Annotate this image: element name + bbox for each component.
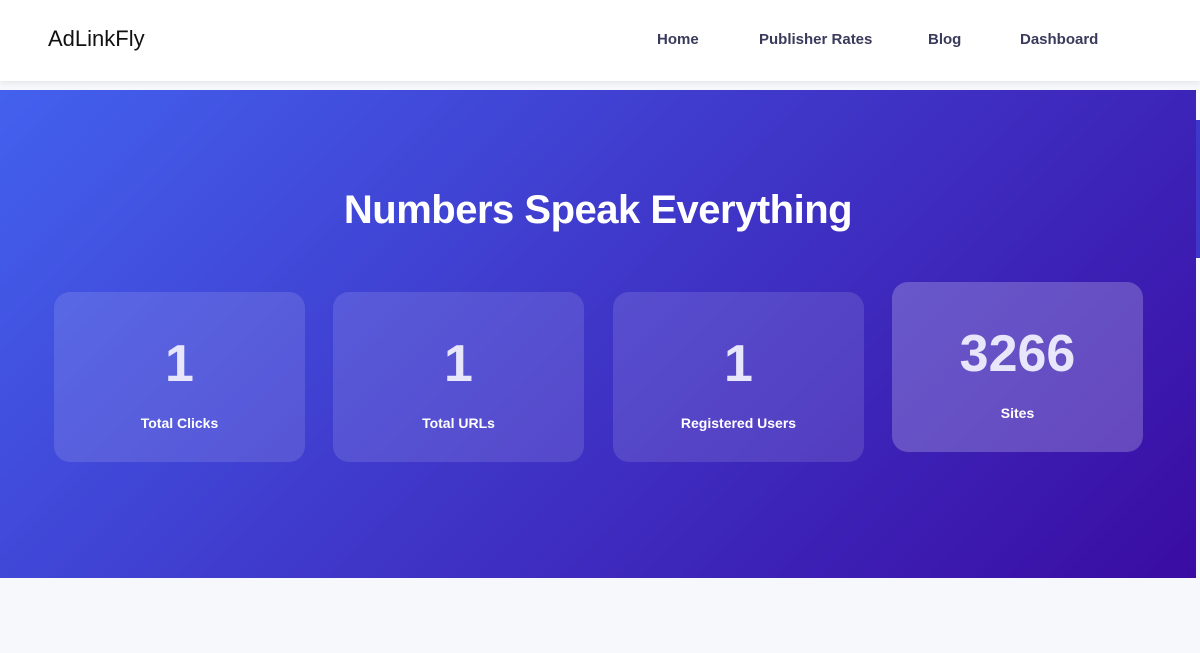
stat-card-total-clicks: 1 Total Clicks (54, 292, 305, 462)
brand-logo[interactable]: AdLinkFly (48, 26, 145, 52)
stat-value: 3266 (959, 325, 1076, 383)
stat-label: Sites (1000, 405, 1035, 421)
stat-label: Total URLs (422, 415, 495, 431)
nav-link-publisher-rates[interactable]: Publisher Rates (759, 31, 872, 48)
stat-value: 1 (724, 335, 753, 393)
stat-label: Total Clicks (140, 415, 219, 431)
nav-link-dashboard[interactable]: Dashboard (1020, 31, 1098, 48)
hero-title: Numbers Speak Everything (343, 188, 853, 232)
nav-link-home[interactable]: Home (657, 31, 699, 48)
top-navbar: AdLinkFly Home Publisher Rates Blog Dash… (0, 0, 1200, 81)
stat-label: Registered Users (680, 415, 797, 431)
stat-value: 1 (444, 335, 473, 393)
stats-hero-section: Numbers Speak Everything 1 Total Clicks … (0, 90, 1196, 578)
stat-card-registered-users: 1 Registered Users (613, 292, 864, 462)
page-edge-strip (1196, 120, 1200, 258)
stat-card-total-urls: 1 Total URLs (333, 292, 584, 462)
stat-value: 1 (165, 335, 194, 393)
nav-link-blog[interactable]: Blog (928, 31, 961, 48)
stat-card-sites: 3266 Sites (892, 282, 1143, 452)
